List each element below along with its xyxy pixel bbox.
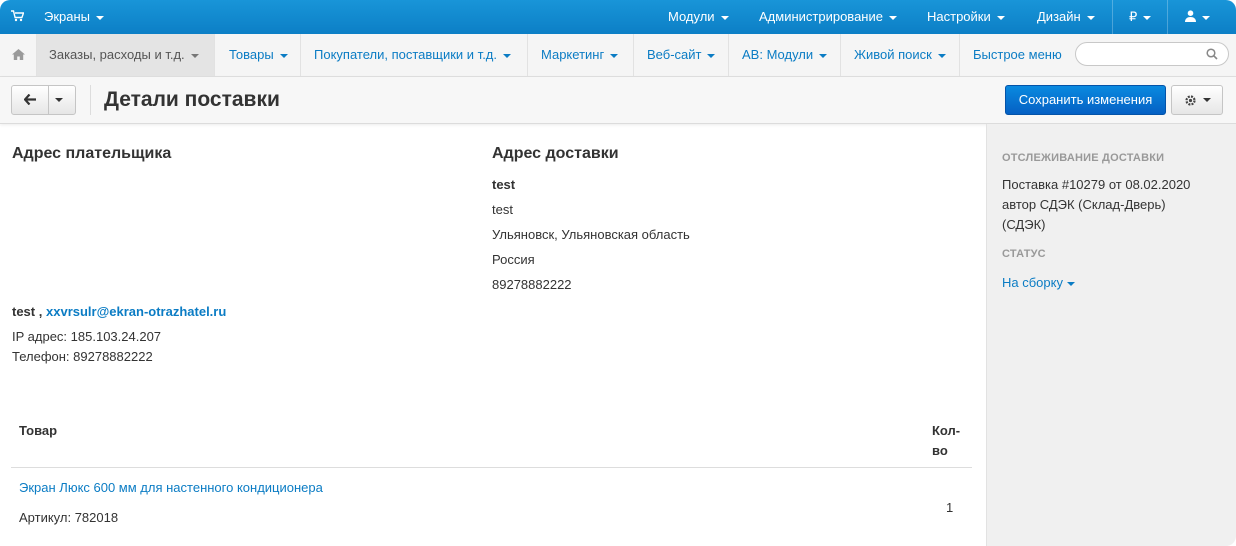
chevron-down-icon [279,53,288,58]
tracking-heading: Отслеживание доставки [1002,152,1165,164]
chevron-down-icon [819,53,828,58]
user-menu[interactable] [1185,0,1210,34]
chevron-down-icon [1066,281,1075,286]
chevron-down-icon [888,15,897,20]
page-title: Детали поставки [104,88,280,111]
product-link[interactable]: Экран Люкс 600 мм для настенного кондици… [19,480,323,495]
chevron-down-icon [937,53,946,58]
arrow-left-icon [24,94,36,105]
divider [1167,0,1168,34]
top-navbar: Экраны Модули Администрирование Настройк… [0,0,1236,34]
chevron-down-icon [96,15,105,20]
divider [728,34,729,76]
status-dropdown[interactable]: На сборку [1002,275,1075,290]
table-header-qty-1: Кол- [932,423,961,438]
product-sku: Артикул: 782018 [19,510,119,525]
settings-dropdown-button[interactable] [1171,85,1223,115]
menu-ab-modules-label: AB: Модули [742,47,814,62]
shipping-line-phone: 89278882222 [492,277,572,292]
menu-marketing[interactable]: Маркетинг [541,34,619,76]
chevron-down-icon [1143,15,1152,20]
modules-menu[interactable]: Модули [668,0,729,34]
user-icon [1185,10,1196,22]
divider [633,34,634,76]
chevron-down-icon [610,53,619,58]
menu-live-search-label: Живой поиск [854,47,932,62]
home-icon[interactable] [0,34,36,76]
menu-orders[interactable]: Заказы, расходы и т.д. [37,34,214,76]
admin-label: Администрирование [759,9,883,24]
tracking-line-2: автор СДЭК (Склад-Дверь) [1002,197,1166,212]
screens-label: Экраны [44,9,91,24]
chevron-down-icon [55,98,63,102]
chevron-down-icon [996,15,1005,20]
screens-menu[interactable]: Экраны [44,0,105,34]
settings-menu[interactable]: Настройки [927,0,1005,34]
chevron-down-icon [503,53,511,58]
divider [1112,0,1113,34]
modules-label: Модули [668,9,715,24]
billing-name: test , [12,304,43,319]
billing-ip: IP адрес: 185.103.24.207 [12,329,162,344]
design-label: Дизайн [1037,9,1081,24]
shipping-heading: Адрес доставки [492,145,619,162]
divider [90,85,91,115]
chevron-down-icon [720,15,729,20]
menu-products[interactable]: Товары [229,34,288,76]
billing-heading: Адрес плательщика [12,145,172,162]
table-header-qty-2: во [932,443,948,458]
save-button[interactable]: Сохранить изменения [1005,85,1166,115]
chevron-down-icon [190,53,199,58]
menu-ab-modules[interactable]: AB: Модули [742,34,828,76]
divider [840,34,841,76]
divider [527,34,528,76]
chevron-down-icon [1202,15,1210,20]
chevron-down-icon [1203,98,1211,102]
cart-icon[interactable] [11,0,25,34]
gear-icon [1185,95,1196,106]
menu-website[interactable]: Веб-сайт [647,34,716,76]
divider [300,34,301,76]
shipping-line-country: Россия [492,252,535,267]
status-value: На сборку [1002,275,1063,290]
billing-phone: Телефон: 89278882222 [12,349,153,364]
menu-customers[interactable]: Покупатели, поставщики и т.д. [314,34,511,76]
menu-website-label: Веб-сайт [647,47,702,62]
design-menu[interactable]: Дизайн [1037,0,1095,34]
tracking-line-1: Поставка #10279 от 08.02.2020 [1002,177,1191,192]
table-header-product: Товар [19,423,58,438]
divider [214,34,215,76]
back-dropdown-toggle[interactable] [49,86,75,114]
menu-orders-label: Заказы, расходы и т.д. [49,47,185,62]
divider [959,34,960,76]
chevron-down-icon [1086,15,1095,20]
chevron-down-icon [707,53,716,58]
status-heading: Статус [1002,248,1046,260]
shipping-line-address: test [492,202,513,217]
product-qty: 1 [946,500,954,515]
back-button-group [11,85,76,115]
main-menu-bar: Заказы, расходы и т.д. Товары Покупатели… [0,34,1236,77]
currency-menu[interactable]: ₽ [1129,0,1152,34]
shipping-line-city: Ульяновск, Ульяновская область [492,227,690,242]
shipping-line-name: test [492,177,516,192]
menu-marketing-label: Маркетинг [541,47,605,62]
tracking-line-3: (СДЭК) [1002,217,1046,232]
admin-menu[interactable]: Администрирование [759,0,897,34]
search-input[interactable] [1075,42,1229,66]
menu-customers-label: Покупатели, поставщики и т.д. [314,47,497,62]
settings-label: Настройки [927,9,991,24]
menu-live-search[interactable]: Живой поиск [854,34,946,76]
billing-email-link[interactable]: xxvrsulr@ekran-otrazhatel.ru [46,304,226,319]
menu-products-label: Товары [229,47,274,62]
menu-quick[interactable]: Быстрое меню [973,34,1062,76]
search-icon [1206,48,1218,60]
table-header-divider [11,467,972,468]
currency-label: ₽ [1129,9,1138,24]
back-button[interactable] [12,86,49,114]
